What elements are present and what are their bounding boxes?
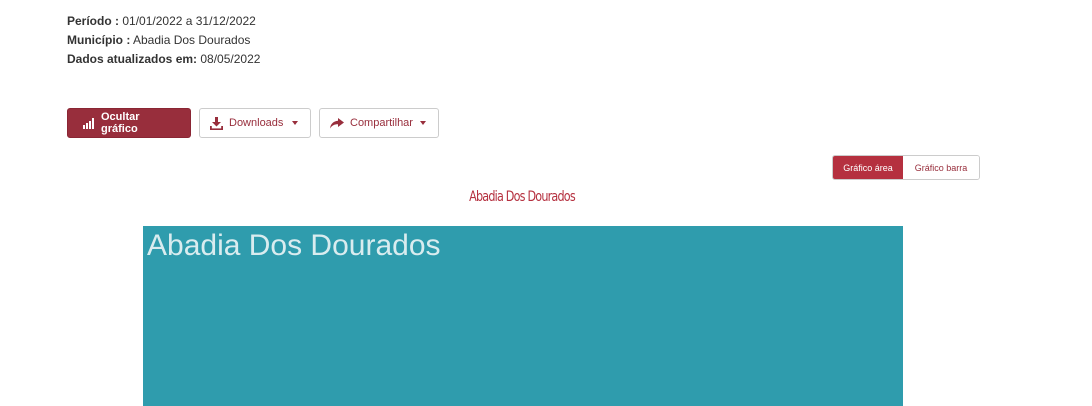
chevron-down-icon [420, 121, 426, 125]
share-label: Compartilhar [350, 117, 413, 129]
share-button[interactable]: Compartilhar [319, 108, 439, 138]
bar-chart-option[interactable]: Gráfico barra [903, 156, 979, 179]
chart-title: Abadia Dos Dourados [469, 189, 576, 205]
periodo-value: 01/01/2022 a 31/12/2022 [122, 14, 256, 28]
page: Período : 01/01/2022 a 31/12/2022 Municí… [0, 0, 1092, 406]
share-icon [330, 117, 344, 129]
hide-chart-button[interactable]: Ocultar gráfico [67, 108, 191, 138]
chart-type-toggle: Gráfico área Gráfico barra [832, 155, 980, 180]
toolbar: Ocultar gráfico Downloads Compartilhar [67, 108, 439, 138]
atualizados-value: 08/05/2022 [200, 52, 261, 66]
downloads-button[interactable]: Downloads [199, 108, 311, 138]
area-chart-option[interactable]: Gráfico área [833, 156, 903, 179]
report-info: Período : 01/01/2022 a 31/12/2022 Municí… [67, 12, 260, 69]
area-chart: Abadia Dos Dourados [143, 226, 903, 406]
municipio-row: Município : Abadia Dos Dourados [67, 31, 260, 50]
municipio-label: Município : [67, 33, 131, 47]
atualizados-row: Dados atualizados em: 08/05/2022 [67, 50, 260, 69]
download-icon [210, 116, 223, 130]
atualizados-label: Dados atualizados em: [67, 52, 198, 66]
municipio-value: Abadia Dos Dourados [133, 33, 251, 47]
chevron-down-icon [292, 121, 298, 125]
hide-chart-label: Ocultar gráfico [101, 111, 140, 135]
bar-chart-icon [83, 117, 95, 129]
periodo-label: Período : [67, 14, 120, 28]
periodo-row: Período : 01/01/2022 a 31/12/2022 [67, 12, 260, 31]
downloads-label: Downloads [229, 117, 284, 129]
area-chart-label: Abadia Dos Dourados [147, 229, 441, 262]
